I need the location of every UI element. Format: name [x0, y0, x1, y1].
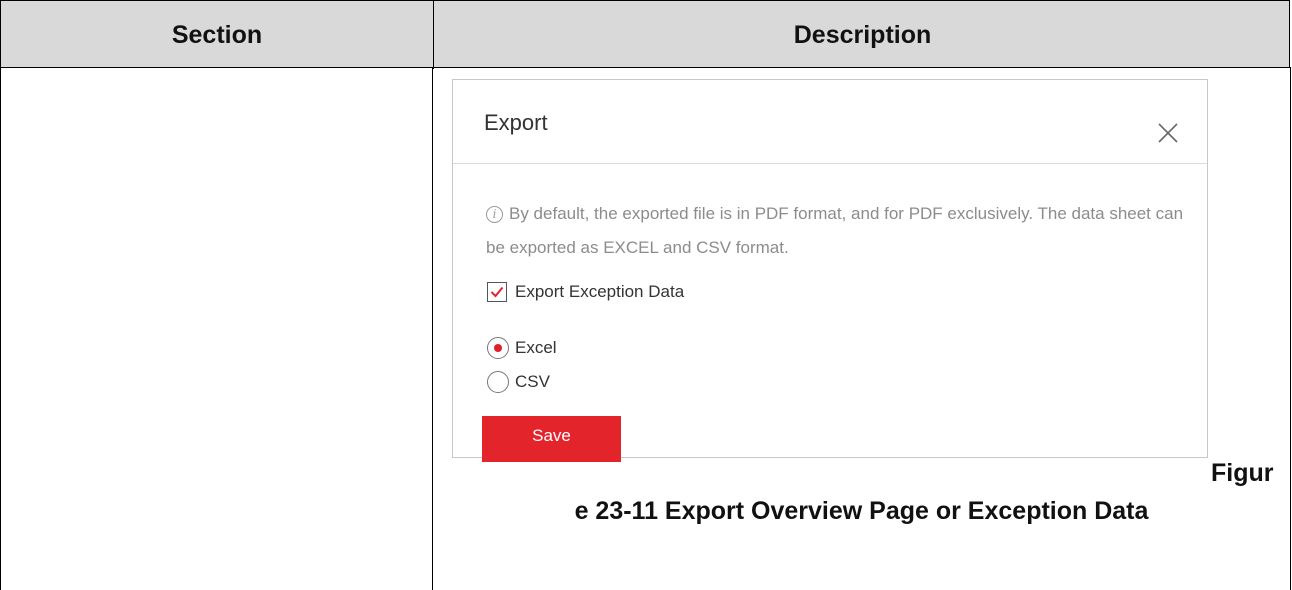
info-text: By default, the exported file is in PDF … [486, 204, 1184, 257]
radio-csv-label: CSV [515, 372, 550, 391]
radio-selected-icon[interactable] [487, 337, 509, 359]
radio-excel-label: Excel [515, 338, 557, 357]
close-icon[interactable] [1155, 120, 1181, 146]
dialog-title: Export [484, 110, 548, 135]
save-button[interactable]: Save [482, 416, 621, 462]
export-exception-checkbox[interactable]: Export Exception Data [487, 281, 684, 303]
info-icon: i [486, 206, 503, 223]
document-table: Section Description Export i By default, … [0, 0, 1292, 590]
export-dialog: Export i By default, the exported file is… [452, 79, 1208, 462]
figure-caption-line2: e 23-11 Export Overview Page or Exceptio… [574, 497, 1149, 525]
info-message: i By default, the exported file is in PDF… [486, 197, 1186, 265]
radio-csv[interactable]: CSV [487, 370, 550, 394]
figure-caption-line1: Figur [1211, 459, 1274, 487]
header-section: Section [171, 21, 263, 49]
table-header-row: Section Description [0, 0, 1290, 69]
radio-excel[interactable]: Excel [487, 336, 557, 360]
table-border-left [0, 67, 1, 590]
checkbox-label: Export Exception Data [515, 282, 685, 301]
radio-unselected-icon[interactable] [487, 371, 509, 393]
dialog-header: Export [453, 80, 1207, 164]
header-description: Description [793, 21, 932, 49]
checkbox-checked-icon[interactable] [487, 282, 507, 302]
table-border-right [1290, 67, 1291, 590]
